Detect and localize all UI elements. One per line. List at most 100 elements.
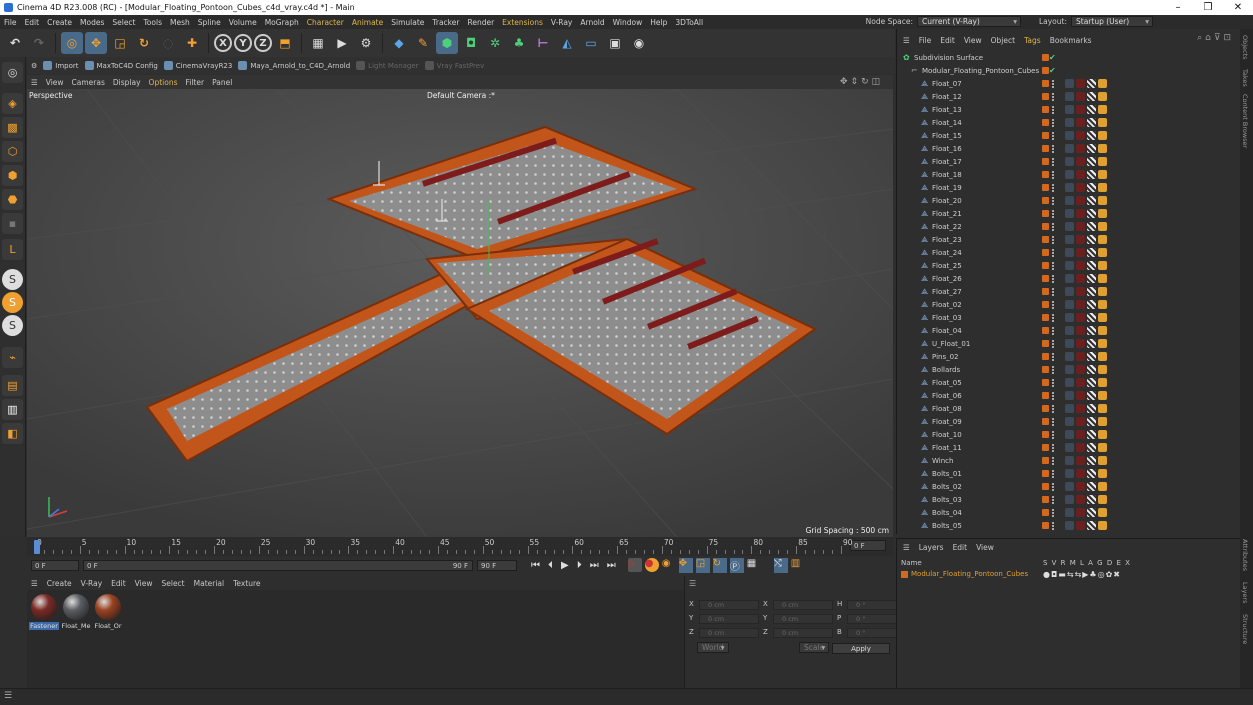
texture-tag-icon[interactable] bbox=[1087, 183, 1096, 192]
phong-tag-icon[interactable] bbox=[1065, 196, 1074, 205]
layer-color-tag[interactable] bbox=[1042, 210, 1049, 217]
viewport-camera[interactable]: Default Camera :* bbox=[427, 91, 495, 100]
floor-icon[interactable]: ▭ bbox=[580, 32, 602, 54]
vray-tag-icon[interactable] bbox=[1098, 144, 1107, 153]
material-menu-select[interactable]: Select bbox=[161, 579, 184, 588]
material-tag-icon[interactable] bbox=[1076, 352, 1085, 361]
goto-end-icon[interactable]: ⏭ bbox=[607, 560, 616, 571]
render-region-icon[interactable]: ▦ bbox=[307, 32, 329, 54]
object-row[interactable]: ⟁ Float_03 bbox=[897, 311, 1241, 324]
material-tag-icon[interactable] bbox=[1076, 157, 1085, 166]
layer-color-tag[interactable] bbox=[1042, 509, 1049, 516]
texture-tag-icon[interactable] bbox=[1087, 209, 1096, 218]
layer-color-tag[interactable] bbox=[1042, 54, 1049, 61]
layer-color-tag[interactable] bbox=[1042, 288, 1049, 295]
vray-tag-icon[interactable] bbox=[1098, 417, 1107, 426]
material-tag-icon[interactable] bbox=[1076, 144, 1085, 153]
phong-tag-icon[interactable] bbox=[1065, 417, 1074, 426]
object-menu-tags[interactable]: Tags bbox=[1024, 36, 1041, 45]
layer-color-tag[interactable] bbox=[1042, 67, 1049, 74]
side-tab-objects[interactable]: Objects bbox=[1241, 35, 1249, 60]
material-menu-view[interactable]: View bbox=[135, 579, 153, 588]
visibility-dots[interactable] bbox=[1052, 339, 1055, 348]
side-tab-takes[interactable]: Takes bbox=[1241, 69, 1249, 87]
end-frame-field[interactable]: 90 F bbox=[477, 559, 517, 571]
texture-tag-icon[interactable] bbox=[1087, 105, 1096, 114]
object-menu-icon[interactable]: ☰ bbox=[903, 36, 910, 45]
enabled-check-icon[interactable]: ✔ bbox=[1049, 66, 1056, 75]
menu-mograph[interactable]: MoGraph bbox=[261, 18, 303, 27]
material-tag-icon[interactable] bbox=[1076, 300, 1085, 309]
scale-icon[interactable]: ◲ bbox=[109, 32, 131, 54]
layer-menu-layers[interactable]: Layers bbox=[919, 543, 944, 552]
material-tag-icon[interactable] bbox=[1076, 456, 1085, 465]
vray-tag-icon[interactable] bbox=[1098, 326, 1107, 335]
phong-tag-icon[interactable] bbox=[1065, 365, 1074, 374]
live-selection-icon[interactable]: ◎ bbox=[61, 32, 83, 54]
material-tag-icon[interactable] bbox=[1076, 170, 1085, 179]
workplane-icon[interactable]: ▤ bbox=[2, 375, 23, 396]
layer-color-tag[interactable] bbox=[1042, 405, 1049, 412]
object-row[interactable]: ⟁ Bolts_03 bbox=[897, 493, 1241, 506]
visibility-dots[interactable] bbox=[1052, 196, 1055, 205]
object-row[interactable]: ⟁ Float_22 bbox=[897, 220, 1241, 233]
viewport-menu-display[interactable]: Display bbox=[113, 78, 141, 87]
phong-tag-icon[interactable] bbox=[1065, 105, 1074, 114]
model-mode-icon[interactable]: ◈ bbox=[2, 93, 23, 114]
texture-tag-icon[interactable] bbox=[1087, 313, 1096, 322]
vray-tag-icon[interactable] bbox=[1098, 300, 1107, 309]
phong-tag-icon[interactable] bbox=[1065, 430, 1074, 439]
visibility-dots[interactable] bbox=[1052, 222, 1055, 231]
coords-field[interactable]: 0 cm bbox=[773, 628, 833, 638]
layer-color-tag[interactable] bbox=[1042, 145, 1049, 152]
texture-tag-icon[interactable] bbox=[1087, 430, 1096, 439]
phong-tag-icon[interactable] bbox=[1065, 469, 1074, 478]
material-tag-icon[interactable] bbox=[1076, 287, 1085, 296]
y-axis-icon[interactable]: Y bbox=[234, 34, 252, 52]
texture-tag-icon[interactable] bbox=[1087, 79, 1096, 88]
vray-tag-icon[interactable] bbox=[1098, 482, 1107, 491]
layer-color-tag[interactable] bbox=[1042, 80, 1049, 87]
object-row[interactable]: ⟁ Float_13 bbox=[897, 103, 1241, 116]
vray-tag-icon[interactable] bbox=[1098, 105, 1107, 114]
menu-3dtoall[interactable]: 3DToAll bbox=[671, 18, 707, 27]
layer-color-tag[interactable] bbox=[1042, 184, 1049, 191]
plugin-vray-fastprev[interactable]: Vray FastPrev bbox=[424, 61, 484, 70]
pen-icon[interactable]: ✎ bbox=[412, 32, 434, 54]
material-tag-icon[interactable] bbox=[1076, 417, 1085, 426]
layer-color-tag[interactable] bbox=[1042, 106, 1049, 113]
material-swatch[interactable]: Float_Or bbox=[93, 594, 123, 630]
material-tag-icon[interactable] bbox=[1076, 378, 1085, 387]
key-scale-icon[interactable]: ◲ bbox=[695, 557, 710, 573]
coords-field[interactable]: 0 cm bbox=[773, 600, 833, 610]
material-menu-v-ray[interactable]: V-Ray bbox=[81, 579, 102, 588]
material-tag-icon[interactable] bbox=[1076, 326, 1085, 335]
viewport-menu-icon[interactable]: ☰ bbox=[31, 78, 38, 87]
enabled-check-icon[interactable]: ✔ bbox=[1049, 53, 1056, 62]
object-row[interactable]: ⌐ Modular_Floating_Pontoon_Cubes ✔ bbox=[897, 64, 1241, 77]
layer-color-tag[interactable] bbox=[1042, 314, 1049, 321]
visibility-dots[interactable] bbox=[1052, 183, 1055, 192]
coords-scale-select[interactable]: Scale bbox=[799, 642, 830, 653]
viewport-menu-view[interactable]: View bbox=[46, 78, 64, 87]
menu-v-ray[interactable]: V-Ray bbox=[547, 18, 576, 27]
phong-tag-icon[interactable] bbox=[1065, 92, 1074, 101]
menu-select[interactable]: Select bbox=[108, 18, 139, 27]
vray-tag-icon[interactable] bbox=[1098, 131, 1107, 140]
move-icon[interactable]: ✥ bbox=[85, 32, 107, 54]
layer-color-tag[interactable] bbox=[1042, 223, 1049, 230]
light-icon[interactable]: ◉ bbox=[628, 32, 650, 54]
material-tag-icon[interactable] bbox=[1076, 261, 1085, 270]
layer-menu-view[interactable]: View bbox=[976, 543, 994, 552]
material-tag-icon[interactable] bbox=[1076, 248, 1085, 257]
visibility-dots[interactable] bbox=[1052, 378, 1055, 387]
object-row[interactable]: ⟁ Float_05 bbox=[897, 376, 1241, 389]
phong-tag-icon[interactable] bbox=[1065, 261, 1074, 270]
texture-mode-icon[interactable]: ▩ bbox=[2, 117, 23, 138]
material-swatch[interactable]: Float_Me bbox=[61, 594, 91, 630]
vray-tag-icon[interactable] bbox=[1098, 365, 1107, 374]
texture-tag-icon[interactable] bbox=[1087, 222, 1096, 231]
viewport-menu-panel[interactable]: Panel bbox=[212, 78, 232, 87]
vray-tag-icon[interactable] bbox=[1098, 183, 1107, 192]
layer-color-tag[interactable] bbox=[1042, 301, 1049, 308]
